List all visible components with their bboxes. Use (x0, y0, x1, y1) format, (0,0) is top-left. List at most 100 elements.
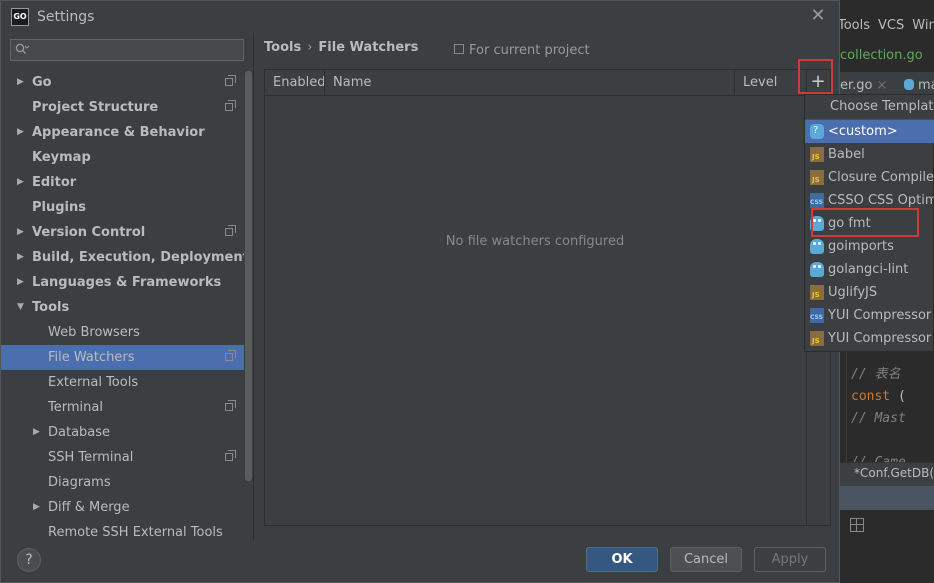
template-item[interactable]: golangci-lint (805, 258, 934, 281)
sidebar-item-version-control[interactable]: ▶ Version Control (1, 220, 244, 245)
close-icon[interactable]: × (877, 78, 888, 93)
settings-sidebar: ▶ Go Project Structure ▶ Appearance & Behavi… (1, 69, 253, 539)
javascript-file-icon (810, 147, 824, 162)
sidebar-item-label: Languages & Frameworks (32, 275, 222, 290)
template-item-label: Babel (828, 147, 865, 162)
template-item-label: goimports (828, 239, 894, 254)
chevron-right-icon[interactable]: ▶ (33, 495, 40, 520)
sidebar-item-plugins[interactable]: Plugins (1, 195, 244, 220)
template-item[interactable]: Closure Compiler (805, 166, 934, 189)
column-divider (324, 70, 325, 95)
table-body[interactable] (265, 96, 806, 525)
sidebar-item-external-tools[interactable]: External Tools (1, 370, 244, 395)
ide-tab[interactable]: er.go × (840, 78, 887, 93)
project-scope-icon (225, 100, 236, 111)
sidebar-item-build-execution-deployment[interactable]: ▶ Build, Execution, Deployment (1, 245, 249, 270)
sidebar-item-diagrams[interactable]: Diagrams (1, 470, 244, 495)
ide-tool-window-header (838, 486, 934, 510)
column-header-name[interactable]: Name (333, 70, 371, 95)
code-line: // 表名 (851, 367, 901, 382)
template-item-label: YUI Compressor CSS (828, 308, 934, 323)
template-item-label: <custom> (828, 124, 898, 139)
dialog-title: Settings (37, 9, 95, 25)
template-item[interactable]: <custom> (805, 120, 934, 143)
cancel-button[interactable]: Cancel (670, 547, 742, 572)
sidebar-item-label: External Tools (48, 375, 139, 390)
chevron-right-icon[interactable]: ▶ (17, 120, 24, 145)
template-item[interactable]: goimports (805, 235, 934, 258)
grid-icon[interactable] (850, 518, 864, 532)
sidebar-item-label: Editor (32, 175, 77, 190)
template-item[interactable]: YUI Compressor CSS (805, 304, 934, 327)
close-button[interactable]: ✕ (807, 5, 829, 27)
chevron-down-icon[interactable]: ▼ (17, 295, 24, 320)
sidebar-item-label: Appearance & Behavior (32, 125, 205, 140)
template-item[interactable]: YUI Compressor JS (805, 327, 934, 350)
sidebar-item-languages-frameworks[interactable]: ▶ Languages & Frameworks (1, 270, 244, 295)
sidebar-item-label: SSH Terminal (48, 450, 134, 465)
template-item-label: golangci-lint (828, 262, 909, 277)
sidebar-item-file-watchers[interactable]: File Watchers (1, 345, 244, 370)
sidebar-item-keymap[interactable]: Keymap (1, 145, 244, 170)
sidebar-item-diff-merge[interactable]: ▶ Diff & Merge (1, 495, 244, 520)
chevron-right-icon[interactable]: ▶ (33, 420, 40, 445)
css-file-icon (810, 193, 824, 208)
chevron-right-icon[interactable]: ▶ (17, 170, 24, 195)
ide-tab[interactable]: ma (904, 78, 934, 93)
column-header-enabled[interactable]: Enabled (273, 70, 326, 95)
scope-note: For current project (454, 43, 590, 58)
code-line: // Mast (851, 411, 906, 426)
chevron-right-icon[interactable]: ▶ (17, 245, 24, 270)
ide-menu-tools[interactable]: Tools (838, 18, 870, 33)
project-scope-icon (225, 75, 236, 86)
chevron-right-icon[interactable]: ▶ (17, 220, 24, 245)
sidebar-item-terminal[interactable]: Terminal (1, 395, 244, 420)
project-scope-icon (225, 450, 236, 461)
sidebar-item-remote-ssh-external-tools[interactable]: Remote SSH External Tools (1, 520, 244, 539)
breadcrumb-current: File Watchers (318, 40, 419, 55)
goland-app-icon: GO (11, 8, 29, 26)
sidebar-item-editor[interactable]: ▶ Editor (1, 170, 244, 195)
sidebar-item-web-browsers[interactable]: Web Browsers (1, 320, 244, 345)
code-line: const ( (851, 389, 906, 404)
ide-tab-label: ma (918, 78, 934, 93)
settings-search-input[interactable] (10, 39, 244, 61)
close-icon: ✕ (810, 5, 826, 26)
sidebar-item-ssh-terminal[interactable]: SSH Terminal (1, 445, 244, 470)
sidebar-item-project-structure[interactable]: Project Structure (1, 95, 244, 120)
sidebar-divider (253, 33, 254, 541)
sidebar-item-go[interactable]: ▶ Go (1, 70, 244, 95)
ide-menu-window[interactable]: Window (912, 18, 934, 33)
ide-menu-bar: Tools VCS Window (838, 18, 934, 33)
javascript-file-icon (810, 170, 824, 185)
sidebar-scrollbar-thumb[interactable] (245, 71, 252, 481)
help-button[interactable]: ? (17, 548, 41, 572)
sidebar-item-label: Keymap (32, 150, 91, 165)
gopher-icon (810, 239, 824, 254)
template-item-label: YUI Compressor JS (828, 331, 934, 346)
sidebar-item-label: Version Control (32, 225, 146, 240)
sidebar-item-label: Remote SSH External Tools (48, 525, 223, 539)
ide-tab-label: er.go (840, 78, 873, 93)
ide-menu-vcs[interactable]: VCS (878, 18, 904, 33)
gopher-icon (904, 79, 914, 90)
code-editor[interactable]: // 表名const ( // Mast // Came (846, 350, 934, 470)
ok-button[interactable]: OK (586, 547, 658, 572)
apply-button[interactable]: Apply (754, 547, 826, 572)
chevron-right-icon[interactable]: ▶ (17, 270, 24, 295)
sidebar-item-tools[interactable]: ▼ Tools (1, 295, 244, 320)
breadcrumb-parent[interactable]: Tools (264, 40, 301, 55)
annotation-highlight-box (798, 59, 833, 94)
column-header-level[interactable]: Level (743, 70, 777, 95)
breadcrumb-separator: › (307, 40, 313, 55)
sidebar-item-appearance-behavior[interactable]: ▶ Appearance & Behavior (1, 120, 244, 145)
code-keyword: const (851, 389, 891, 404)
table-header: Enabled Name Level (265, 70, 806, 96)
template-item-label: Closure Compiler (828, 170, 934, 185)
template-item[interactable]: Babel (805, 143, 934, 166)
project-scope-icon (225, 350, 236, 361)
chevron-right-icon[interactable]: ▶ (17, 70, 24, 95)
sidebar-item-database[interactable]: ▶ Database (1, 420, 244, 445)
template-item[interactable]: UglifyJS (805, 281, 934, 304)
title-bar (1, 1, 839, 33)
